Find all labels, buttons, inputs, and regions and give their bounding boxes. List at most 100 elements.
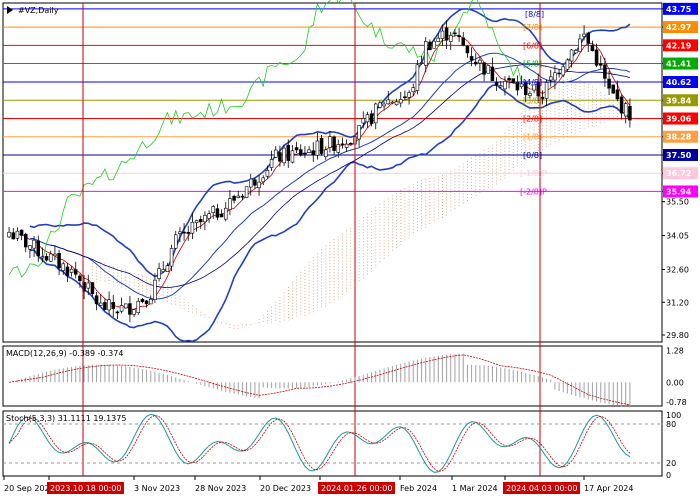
candle-body [594, 49, 599, 66]
candle-body [361, 118, 366, 124]
candle-body [578, 38, 582, 52]
candle-body [165, 265, 170, 272]
candle-body [303, 152, 307, 155]
candle-body [344, 143, 349, 148]
candle-body [319, 137, 324, 154]
candle-body [248, 178, 253, 188]
time-axis-label: 28 Nov 2023 [195, 484, 246, 493]
candle-body [411, 87, 416, 93]
murrey-level-label: [5/8] [523, 60, 542, 69]
candle-body [582, 33, 586, 37]
candle-body [11, 232, 16, 240]
candle-body [315, 140, 320, 156]
candle-body [586, 32, 591, 44]
chikou-line [8, 0, 522, 278]
macd-axis-label: -0.78 [666, 398, 687, 407]
price-axis-label: 29.80 [666, 331, 689, 340]
candle-body [573, 50, 578, 54]
candle-body [290, 150, 295, 163]
candle-body [440, 30, 445, 39]
candle-body [207, 213, 211, 219]
candle-body [73, 269, 78, 275]
price-level-label: 35.94 [666, 187, 692, 196]
candle-body [336, 144, 341, 153]
candle-body [190, 221, 195, 234]
time-marker-label: 2024.01.26 00:00 [321, 484, 392, 493]
price-level-label: 41.41 [666, 60, 692, 69]
trading-chart[interactable]: 43.75 42.97 42.19 41.41 40.62 39.84 39.06 38.28… [0, 0, 700, 500]
candle-body [128, 303, 132, 315]
time-marker-label: 2023.10.18 00:00 [50, 484, 121, 493]
murrey-level-label: [3/8] [523, 96, 542, 105]
candle-body [365, 114, 370, 123]
candle-body [194, 220, 199, 223]
time-axis-label: Feb 2024 [400, 484, 437, 493]
candle-body [282, 147, 286, 164]
candle-body [569, 49, 574, 62]
chart-canvas[interactable]: 43.75 42.97 42.19 41.41 40.62 39.84 39.06 38.28… [0, 0, 700, 500]
candle-body [265, 169, 270, 177]
candle-body [498, 85, 503, 88]
price-level-label: 42.97 [666, 23, 691, 32]
time-marker-label: 2024.04.03 00:00 [506, 484, 577, 493]
candle-body [623, 103, 628, 117]
candle-body [548, 76, 553, 81]
murrey-level-label: [7/8] [523, 23, 542, 32]
candle-body [332, 136, 336, 151]
candle-body [132, 309, 136, 315]
candle-body [228, 198, 232, 210]
candle-body [348, 142, 353, 145]
price-axis-label: 32.60 [666, 266, 689, 275]
murrey-level-label: [-1/8]P [520, 169, 547, 178]
candle-body [86, 282, 91, 289]
candle-body [419, 62, 424, 64]
stoch-axis-label: 80 [666, 420, 676, 429]
candle-body [23, 233, 28, 248]
candle-body [503, 81, 507, 90]
current-price-label: 39.06 [666, 114, 692, 123]
stoch-axis-label: 100 [666, 411, 681, 420]
candle-body [211, 206, 216, 213]
time-axis-label: 20 Dec 2023 [260, 484, 311, 493]
macd-label: MACD(12,26,9) -0.389 -0.374 [6, 349, 123, 358]
candle-body [461, 37, 466, 46]
candle-body [390, 101, 395, 104]
candle-body [469, 56, 474, 61]
candle-body [490, 66, 495, 81]
candle-body [407, 92, 411, 98]
candle-body [415, 64, 420, 91]
candle-body [294, 147, 299, 151]
candle-body [98, 302, 103, 306]
candle-body [253, 179, 257, 186]
candle-body [136, 300, 141, 313]
candle-body [236, 195, 241, 198]
candle-body [307, 149, 311, 153]
candle-body [286, 144, 291, 161]
candle-body [103, 302, 107, 310]
candle-body [328, 136, 332, 148]
candle-body [528, 92, 532, 96]
candle-body [144, 300, 149, 305]
price-level-label: 38.28 [666, 133, 692, 142]
ichimoku-cloud [92, 77, 631, 330]
murrey-level-label: [2/8] [523, 114, 542, 123]
candle-body [182, 231, 186, 234]
candle-body [148, 299, 153, 305]
time-axis-label: 1 Mar 2024 [452, 484, 498, 493]
candle-body [423, 41, 428, 66]
time-axis-label: 3 Nov 2023 [134, 484, 180, 493]
candle-body [473, 61, 478, 65]
candle-body [232, 195, 236, 201]
candle-body [378, 102, 382, 108]
price-level-label: 36.72 [666, 169, 691, 178]
price-axis-label: 31.20 [666, 298, 689, 307]
symbol-arrow-icon [7, 6, 13, 14]
candle-body [157, 268, 161, 279]
candle-body [115, 311, 120, 314]
stoch-axis-label: 20 [666, 459, 676, 468]
candle-body [373, 103, 378, 124]
candle-body [215, 208, 220, 218]
price-axis-label: 34.05 [666, 232, 689, 241]
candle-body [7, 231, 11, 238]
chart-title: #VZ,Daily [18, 6, 59, 15]
